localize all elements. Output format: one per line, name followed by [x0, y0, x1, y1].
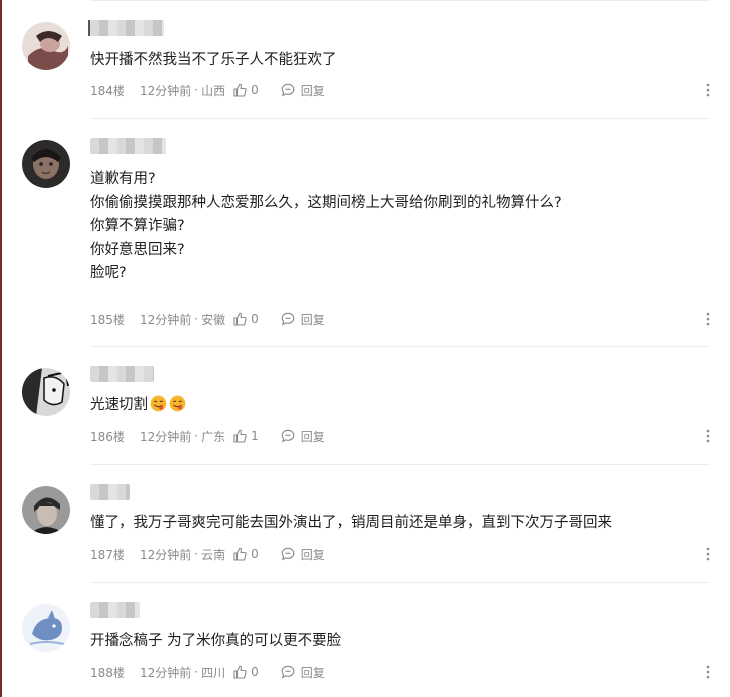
thumbs-up-icon	[233, 665, 247, 679]
comment-line: 你好意思回来?	[90, 241, 185, 258]
floor-number: 188楼	[90, 665, 125, 680]
thumbs-up-icon	[233, 547, 247, 561]
more-vertical-icon	[706, 312, 710, 326]
like-button[interactable]: 0	[233, 83, 259, 97]
avatar[interactable]	[22, 368, 70, 416]
reply-button[interactable]: 回复	[281, 546, 325, 563]
comment-meta: 188楼 12分钟前 · 四川 0 回复	[90, 663, 325, 681]
floor-number: 184楼	[90, 83, 125, 98]
comment-line: 快开播不然我当不了乐子人不能狂欢了	[90, 52, 337, 68]
comment-line-text: 光速切割	[90, 397, 148, 413]
yummy-face-emoji	[169, 395, 186, 412]
comment-item: 快开播不然我当不了乐子人不能狂欢了 184楼 12分钟前 · 山西 0 回复	[2, 0, 730, 118]
thumbs-up-icon	[233, 83, 247, 97]
comment-meta: 184楼 12分钟前 · 山西 0 回复	[90, 81, 325, 99]
reply-button[interactable]: 回复	[281, 428, 325, 445]
meta-separator: ·	[194, 83, 199, 97]
meta-separator: ·	[194, 665, 199, 679]
reply-label: 回复	[300, 83, 325, 98]
more-options-button[interactable]	[702, 427, 714, 445]
more-vertical-icon	[706, 83, 710, 97]
post-time: 12分钟前	[140, 83, 192, 98]
reply-button[interactable]: 回复	[281, 82, 325, 99]
meta-separator: ·	[194, 429, 199, 443]
like-count: 0	[251, 312, 259, 326]
comment-text: 开播念稿子 为了米你真的可以更不要脸	[90, 630, 700, 654]
comment-line: 你算不算诈骗?	[90, 218, 185, 234]
comment-item: 道歉有用? 你偷偷摸摸跟那种人恋爱那么久，这期间榜上大哥给你刷到的礼物算什么? …	[2, 118, 730, 346]
meta-separator: ·	[194, 312, 199, 326]
reply-button[interactable]: 回复	[281, 664, 325, 681]
comment-line: 脸呢?	[90, 265, 127, 281]
comment-meta: 185楼 12分钟前 · 安徽 0 回复	[90, 310, 325, 328]
username-blurred[interactable]	[88, 20, 164, 36]
comment-line: 懂了，我万子哥爽完可能去国外演出了，销周目前还是单身，直到下次万子哥回来	[90, 515, 612, 531]
comment-line: 光速切割	[90, 394, 700, 418]
like-count: 0	[251, 547, 259, 561]
comment-text: 光速切割	[90, 394, 700, 418]
post-time: 12分钟前	[140, 665, 192, 680]
like-button[interactable]: 0	[233, 547, 259, 561]
chat-bubble-icon	[281, 83, 295, 97]
thumbs-up-icon	[233, 312, 247, 326]
more-options-button[interactable]	[702, 310, 714, 328]
comment-item: 光速切割 186楼 12分钟前 · 广东 1 回复	[2, 346, 730, 464]
comment-text: 懂了，我万子哥爽完可能去国外演出了，销周目前还是单身，直到下次万子哥回来	[90, 512, 700, 536]
chat-bubble-icon	[281, 312, 295, 326]
avatar[interactable]	[22, 140, 70, 188]
reply-button[interactable]: 回复	[281, 311, 325, 328]
post-time: 12分钟前	[140, 312, 192, 327]
floor-number: 187楼	[90, 547, 125, 562]
more-vertical-icon	[706, 665, 710, 679]
like-button[interactable]: 0	[233, 665, 259, 679]
comment-item: 开播念稿子 为了米你真的可以更不要脸 188楼 12分钟前 · 四川 0 回复	[2, 582, 730, 697]
reply-label: 回复	[300, 429, 325, 444]
floor-number: 186楼	[90, 429, 125, 444]
comment-item: 懂了，我万子哥爽完可能去国外演出了，销周目前还是单身，直到下次万子哥回来 187…	[2, 464, 730, 582]
like-button[interactable]: 0	[233, 312, 259, 326]
comment-line: 道歉有用?	[90, 171, 156, 187]
chat-bubble-icon	[281, 547, 295, 561]
comment-line: 你偷偷摸摸跟那种人恋爱那么久，这期间榜上大哥给你刷到的礼物算什么?	[90, 194, 562, 211]
region: 四川	[201, 665, 226, 680]
more-options-button[interactable]	[702, 81, 714, 99]
comment-text: 快开播不然我当不了乐子人不能狂欢了	[90, 49, 700, 73]
more-vertical-icon	[706, 429, 710, 443]
reply-label: 回复	[300, 547, 325, 562]
comment-meta: 186楼 12分钟前 · 广东 1 回复	[90, 427, 325, 445]
region: 云南	[201, 547, 226, 562]
like-count: 0	[251, 665, 259, 679]
chat-bubble-icon	[281, 429, 295, 443]
comment-line: 开播念稿子 为了米你真的可以更不要脸	[90, 633, 342, 649]
username-blurred[interactable]	[90, 484, 130, 500]
reply-label: 回复	[300, 665, 325, 680]
region: 广东	[201, 429, 226, 444]
like-count: 1	[251, 429, 259, 443]
avatar[interactable]	[22, 22, 70, 70]
more-vertical-icon	[706, 547, 710, 561]
like-button[interactable]: 1	[233, 429, 259, 443]
region: 山西	[201, 83, 226, 98]
region: 安徽	[201, 312, 226, 327]
meta-separator: ·	[194, 547, 199, 561]
comment-meta: 187楼 12分钟前 · 云南 0 回复	[90, 545, 325, 563]
floor-number: 185楼	[90, 312, 125, 327]
yummy-face-emoji	[150, 395, 167, 412]
username-blurred[interactable]	[90, 138, 166, 154]
reply-label: 回复	[300, 312, 325, 327]
more-options-button[interactable]	[702, 663, 714, 681]
more-options-button[interactable]	[702, 545, 714, 563]
post-time: 12分钟前	[140, 547, 192, 562]
thumbs-up-icon	[233, 429, 247, 443]
chat-bubble-icon	[281, 665, 295, 679]
username-blurred[interactable]	[90, 602, 140, 618]
avatar[interactable]	[22, 486, 70, 534]
avatar[interactable]	[22, 604, 70, 652]
post-time: 12分钟前	[140, 429, 192, 444]
username-blurred[interactable]	[90, 366, 154, 382]
comment-text: 道歉有用? 你偷偷摸摸跟那种人恋爱那么久，这期间榜上大哥给你刷到的礼物算什么? …	[90, 168, 700, 286]
like-count: 0	[251, 83, 259, 97]
